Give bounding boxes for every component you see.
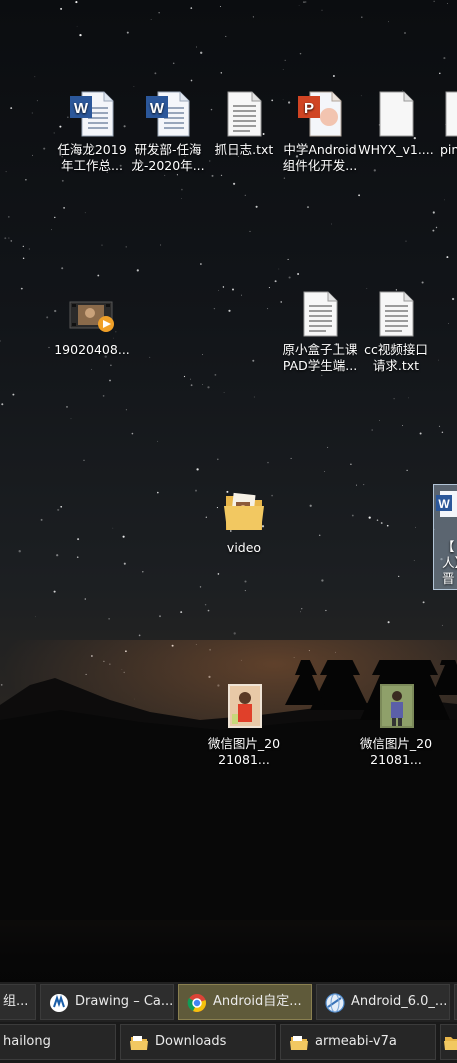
desktop-icon-label: 任海龙2019年工作总... xyxy=(57,142,127,173)
desktop-icon-text-file[interactable]: 抓日志.txt xyxy=(206,90,282,158)
taskbar-button-partial[interactable]: 组... xyxy=(0,984,36,1020)
powerpoint-document-icon: P xyxy=(298,91,342,137)
blank-file-icon xyxy=(445,91,457,137)
taskbar-button-partial-folder[interactable] xyxy=(440,1024,457,1060)
taskbar-button-browser[interactable]: Android_6.0_... xyxy=(316,984,450,1020)
svg-text:W: W xyxy=(74,100,89,117)
folder-icon xyxy=(444,1037,457,1050)
desktop-icon-label: WHYX_v1.... xyxy=(358,142,434,157)
taskbar-button-drawing[interactable]: Drawing – Ca... xyxy=(40,984,174,1020)
photo-thumbnail-icon xyxy=(380,684,414,728)
taskbar-button-label: Android_6.0_... xyxy=(351,994,448,1009)
taskbar-button-label: hailong xyxy=(3,1034,51,1049)
globe-icon xyxy=(325,993,345,1013)
selected-desktop-icon-partial[interactable]: W 【 人】 晋 xyxy=(433,484,457,590)
desktop-icon-folder[interactable]: video xyxy=(206,488,282,556)
desktop-icon-file-partial[interactable]: pin xyxy=(434,90,457,158)
folder-icon xyxy=(290,1036,308,1050)
desktop-icon-label: 研发部-任海龙-2020年... xyxy=(131,142,205,173)
desktop-icon-file[interactable]: WHYX_v1.... xyxy=(358,90,434,158)
desktop-icon-label: 微信图片_2021081... xyxy=(207,736,281,767)
desktop-icon-video-file[interactable]: 19020408... xyxy=(54,290,130,358)
chrome-icon xyxy=(187,994,206,1012)
desktop-icon-word-doc[interactable]: W 研发部-任海龙-2020年... xyxy=(130,90,206,174)
folder-icon xyxy=(224,492,264,530)
taskbar-button-armeabi[interactable]: armeabi-v7a xyxy=(280,1024,436,1060)
desktop-icon-label: video xyxy=(226,540,262,555)
desktop-icon-label: 19020408... xyxy=(54,342,130,357)
photo-thumbnail-icon xyxy=(228,684,262,728)
video-file-icon xyxy=(69,301,114,332)
desktop-icon-label: 原小盒子上课PAD学生端... xyxy=(282,342,358,373)
svg-text:W: W xyxy=(438,497,450,511)
desktop-icon-label: 【 人】 晋 xyxy=(442,539,457,586)
taskbar-row-2: hailong Downloads armeabi-v7a xyxy=(0,1022,457,1063)
taskbar-button-label: armeabi-v7a xyxy=(315,1034,397,1049)
desktop-icon-photo[interactable]: 微信图片_2021081... xyxy=(358,684,434,768)
word-document-icon: W xyxy=(146,91,190,137)
text-file-icon xyxy=(303,291,338,337)
desktop-icon-label: pin xyxy=(440,142,457,157)
taskbar-button-label: 组... xyxy=(3,994,29,1009)
taskbar-button-partial[interactable]: hailong xyxy=(0,1024,116,1060)
word-document-icon: W xyxy=(70,91,114,137)
svg-text:W: W xyxy=(150,100,165,117)
taskbar-button-label: Downloads xyxy=(155,1034,227,1049)
desktop-icon-word-doc[interactable]: W 任海龙2019年工作总... xyxy=(54,90,130,174)
svg-text:P: P xyxy=(304,100,314,117)
taskbar-button-label: Android自定... xyxy=(213,994,302,1009)
text-file-icon xyxy=(227,91,262,137)
taskbar-row-1: 组... Drawing – Ca... Android自定... Androi… xyxy=(0,982,457,1022)
desktop-icon-label: 中学Android组件化开发... xyxy=(282,142,358,173)
taskbar-button-label: Drawing – Ca... xyxy=(75,994,174,1009)
desktop-icon-photo[interactable]: 微信图片_2021081... xyxy=(206,684,282,768)
desktop-icon-label: 微信图片_2021081... xyxy=(359,736,433,767)
blank-file-icon xyxy=(379,91,414,137)
desktop-icon-label: 抓日志.txt xyxy=(214,142,274,157)
desktop-icon-text-file[interactable]: 原小盒子上课PAD学生端... xyxy=(282,290,358,374)
desktop-icon-label: cc视频接口请求.txt xyxy=(364,342,428,373)
drawing-app-icon xyxy=(50,994,68,1012)
folder-icon xyxy=(130,1036,148,1050)
text-file-icon xyxy=(379,291,414,337)
desktop-icon-text-file[interactable]: cc视频接口请求.txt xyxy=(358,290,434,374)
desktop-icon-ppt-file[interactable]: P 中学Android组件化开发... xyxy=(282,90,358,174)
word-document-icon: W xyxy=(436,491,457,517)
taskbar-button-downloads[interactable]: Downloads xyxy=(120,1024,276,1060)
taskbar-button-chrome[interactable]: Android自定... xyxy=(178,984,312,1020)
